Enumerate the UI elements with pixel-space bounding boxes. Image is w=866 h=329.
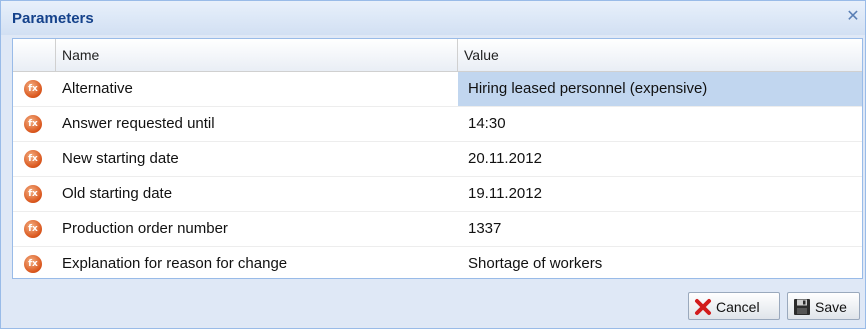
row-name: Production order number xyxy=(62,220,228,237)
floppy-disk-icon xyxy=(794,299,810,315)
table-row[interactable]: fx Answer requested until 14:30 xyxy=(13,107,862,142)
row-value[interactable]: Shortage of workers xyxy=(458,247,862,278)
save-label: Save xyxy=(815,299,847,315)
cancel-label: Cancel xyxy=(716,299,760,315)
header-value[interactable]: Value xyxy=(458,39,862,71)
parameters-dialog: Parameters ✕ Name Value fx Alternative H… xyxy=(0,0,866,329)
header-name[interactable]: Name xyxy=(56,39,458,71)
table-row[interactable]: fx Old starting date 19.11.2012 xyxy=(13,177,862,212)
row-value[interactable]: 20.11.2012 xyxy=(458,142,862,176)
parameter-icon: fx xyxy=(24,115,42,133)
table-row[interactable]: fx Explanation for reason for change Sho… xyxy=(13,247,862,278)
parameter-icon: fx xyxy=(24,255,42,273)
row-name: Answer requested until xyxy=(62,115,215,132)
red-x-icon xyxy=(695,299,711,315)
row-name: Alternative xyxy=(62,80,133,97)
dialog-title: Parameters xyxy=(12,10,94,27)
parameter-icon: fx xyxy=(24,185,42,203)
parameter-icon: fx xyxy=(24,80,42,98)
table-row[interactable]: fx New starting date 20.11.2012 xyxy=(13,142,862,177)
row-name: New starting date xyxy=(62,150,179,167)
close-icon[interactable]: ✕ xyxy=(845,9,861,25)
row-value[interactable]: 19.11.2012 xyxy=(458,177,862,211)
row-value[interactable]: Hiring leased personnel (expensive) xyxy=(458,72,862,106)
row-value[interactable]: 1337 xyxy=(458,212,862,246)
table-row[interactable]: fx Production order number 1337 xyxy=(13,212,862,247)
row-name: Explanation for reason for change xyxy=(62,255,288,272)
row-value[interactable]: 14:30 xyxy=(458,107,862,141)
row-name: Old starting date xyxy=(62,185,173,202)
save-button[interactable]: Save xyxy=(787,292,860,320)
grid-header: Name Value xyxy=(13,39,862,72)
header-icon-column xyxy=(13,39,56,71)
table-row[interactable]: fx Alternative Hiring leased personnel (… xyxy=(13,72,862,107)
parameter-icon: fx xyxy=(24,150,42,168)
parameters-grid: Name Value fx Alternative Hiring leased … xyxy=(12,38,863,279)
cancel-button[interactable]: Cancel xyxy=(688,292,780,320)
dialog-titlebar: Parameters ✕ xyxy=(1,1,865,35)
parameter-icon: fx xyxy=(24,220,42,238)
